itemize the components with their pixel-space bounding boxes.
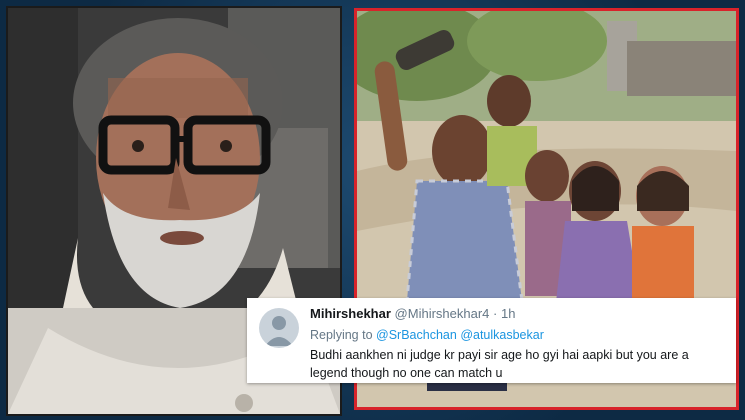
tweet-body: Mihirshekhar @Mihirshekhar4 · 1h Replyin…: [310, 305, 728, 382]
tweet-header: Mihirshekhar @Mihirshekhar4 · 1h: [310, 305, 728, 322]
mention-link-atulkasbekar[interactable]: @atulkasbekar: [460, 328, 544, 342]
tweet-timestamp[interactable]: 1h: [501, 306, 515, 321]
default-avatar-icon[interactable]: [259, 308, 299, 348]
tweet-card: Mihirshekhar @Mihirshekhar4 · 1h Replyin…: [247, 298, 736, 383]
tweet-handle[interactable]: @Mihirshekhar4: [395, 306, 490, 321]
tweet-text: Budhi aankhen ni judge kr payi sir age h…: [310, 348, 689, 380]
tweet-display-name[interactable]: Mihirshekhar: [310, 306, 391, 321]
mention-link-srbachchan[interactable]: @SrBachchan: [376, 328, 457, 342]
replying-to-line: Replying to @SrBachchan @atulkasbekar: [310, 326, 728, 344]
replying-to-label: Replying to: [310, 328, 373, 342]
tweet-separator: ·: [493, 306, 498, 321]
